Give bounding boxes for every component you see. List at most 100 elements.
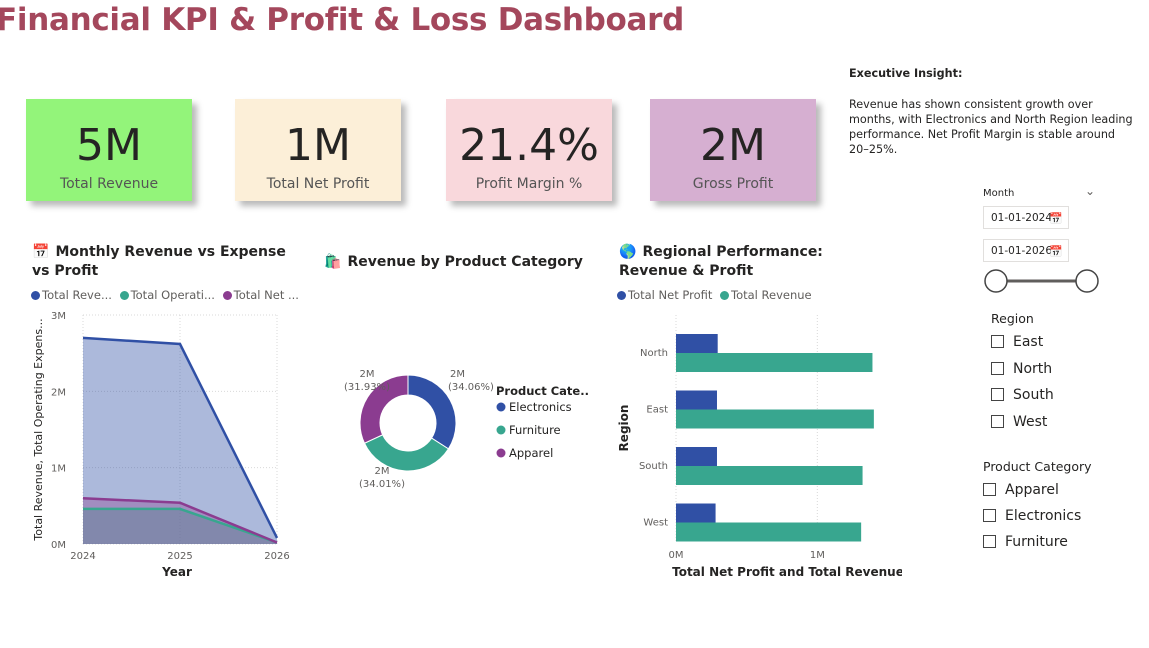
legend-dot — [119, 291, 129, 300]
region-option-north[interactable]: North — [991, 360, 1052, 378]
checkbox[interactable] — [983, 535, 996, 548]
kpi-value: 21.4% — [459, 120, 599, 171]
insight-heading: Executive Insight: — [849, 67, 963, 80]
calendar-icon: 📅 — [32, 244, 50, 260]
donut-data-label-value: 2M — [375, 466, 390, 477]
bar-north-series-0 — [676, 334, 718, 353]
y-tick-label: 0M — [51, 540, 66, 551]
start-date-input[interactable]: 01-01-2024 📅 — [983, 206, 1069, 229]
kpi-label: Gross Profit — [692, 176, 774, 192]
y-tick-label: East — [646, 405, 668, 416]
checkbox[interactable] — [983, 509, 996, 522]
category-option-electronics[interactable]: Electronics — [983, 507, 1081, 525]
executive-insight: Executive Insight: Revenue has shown con… — [849, 66, 1134, 157]
kpi-value: 1M — [285, 120, 351, 171]
donut-legend-item: Apparel — [509, 446, 553, 460]
legend-item-net-profit[interactable]: Total Net Profit — [617, 288, 712, 302]
donut-legend-item: Furniture — [509, 423, 561, 437]
area-chart-title-text: Monthly Revenue vs Expense vs Profit — [32, 244, 286, 279]
checkbox[interactable] — [991, 388, 1004, 401]
end-date-value: 01-01-2026 — [991, 245, 1053, 257]
y-tick-label: South — [639, 461, 668, 472]
x-tick-label: 2024 — [70, 551, 95, 562]
bar-chart-title: 🌎 Regional Performance: Revenue & Profit — [619, 243, 889, 281]
x-axis-title: Year — [161, 565, 192, 579]
donut-data-label-pct: (34.01%) — [359, 479, 405, 490]
kpi-card-profit-margin[interactable]: 21.4% Profit Margin % — [446, 99, 612, 201]
insight-body: Revenue has shown consistent growth over… — [849, 98, 1133, 156]
bar-west-series-0 — [676, 503, 716, 523]
start-date-value: 01-01-2024 — [991, 212, 1053, 224]
bar-east-series-0 — [676, 390, 717, 410]
end-date-input[interactable]: 01-01-2026 📅 — [983, 239, 1069, 262]
kpi-value: 5M — [76, 120, 142, 171]
legend-dot — [496, 402, 506, 412]
category-option-furniture[interactable]: Furniture — [983, 533, 1068, 551]
legend-dot — [617, 291, 626, 300]
bar-west-series-1 — [676, 522, 862, 542]
kpi-label: Total Net Profit — [266, 176, 370, 192]
y-tick-label: North — [640, 348, 668, 359]
legend-dot — [31, 291, 40, 300]
area-chart-title: 📅 Monthly Revenue vs Expense vs Profit — [32, 243, 292, 281]
y-tick-label: 2M — [51, 387, 66, 398]
y-tick-label: West — [643, 518, 668, 529]
donut-legend-title: Product Cate... — [496, 384, 590, 398]
x-tick-label: 2026 — [264, 551, 289, 562]
shopping-bag-icon: 🛍️ — [324, 254, 342, 270]
legend-item-total-revenue[interactable]: Total Revenue — [720, 288, 812, 302]
bar-chart-legend: Total Net Profit Total Revenue — [617, 288, 816, 302]
kpi-card-total-net-profit[interactable]: 1M Total Net Profit — [235, 99, 401, 201]
donut-data-label-value: 2M — [360, 369, 375, 380]
legend-dot — [496, 425, 506, 435]
bar-chart-title-text: Regional Performance: Revenue & Profit — [619, 244, 823, 279]
donut-data-label-value: 2M — [450, 369, 465, 380]
calendar-icon[interactable]: 📅 — [1049, 207, 1063, 230]
region-option-west[interactable]: West — [991, 413, 1047, 431]
donut-data-label-pct: (31.93%) — [344, 382, 390, 393]
legend-item-revenue[interactable]: Total Reve... — [31, 288, 112, 302]
kpi-value: 2M — [700, 120, 766, 171]
chevron-down-icon[interactable]: ⌄ — [1085, 184, 1095, 198]
y-axis-title: Total Revenue, Total Operating Expens... — [32, 318, 45, 541]
slider-handle-end[interactable] — [1075, 269, 1099, 293]
area-chart-legend: Total Reve... Total Operati... Total Net… — [31, 288, 303, 302]
donut-chart-title-text: Revenue by Product Category — [347, 254, 583, 270]
donut-legend-item: Electronics — [509, 400, 572, 414]
legend-item-operating[interactable]: Total Operati... — [119, 288, 215, 302]
y-axis-title: Region — [617, 405, 631, 452]
bar-east-series-1 — [676, 409, 874, 429]
area-chart[interactable]: 0M 1M 2M 3M 2024 2025 2026 Year Total Revenue, T… — [25, 305, 300, 585]
bar-chart[interactable]: 0M 1M North East South West Total Net Profit a… — [612, 305, 902, 585]
kpi-card-gross-profit[interactable]: 2M Gross Profit — [650, 99, 816, 201]
legend-dot — [222, 291, 232, 300]
slider-handle-start[interactable] — [984, 269, 1008, 293]
month-slicer-label: Month — [983, 188, 1015, 199]
checkbox[interactable] — [991, 362, 1004, 375]
checkbox[interactable] — [991, 415, 1004, 428]
donut-chart-title: 🛍️ Revenue by Product Category — [324, 253, 584, 272]
calendar-icon[interactable]: 📅 — [1049, 240, 1063, 263]
globe-icon: 🌎 — [619, 244, 637, 260]
checkbox[interactable] — [983, 483, 996, 496]
checkbox[interactable] — [991, 335, 1004, 348]
region-slicer-label: Region — [991, 311, 1034, 326]
x-tick-label: 0M — [669, 550, 684, 561]
category-option-apparel[interactable]: Apparel — [983, 481, 1059, 499]
x-axis-title: Total Net Profit and Total Revenue — [672, 565, 902, 579]
date-range-slider[interactable] — [983, 268, 1103, 296]
kpi-card-total-revenue[interactable]: 5M Total Revenue — [26, 99, 192, 201]
donut-chart[interactable]: 2M (34.06%) 2M (34.01%) 2M (31.93%) Product Ca… — [320, 355, 590, 500]
bar-south-series-0 — [676, 447, 717, 466]
legend-item-net[interactable]: Total Net ... — [222, 288, 299, 302]
page-title: Financial KPI & Profit & Loss Dashboard — [0, 2, 685, 38]
category-slicer-label: Product Category — [983, 459, 1092, 474]
y-tick-label: 1M — [51, 464, 66, 475]
kpi-label: Profit Margin % — [475, 176, 583, 192]
x-tick-label: 1M — [810, 550, 825, 561]
region-option-south[interactable]: South — [991, 386, 1054, 404]
donut-data-label-pct: (34.06%) — [448, 382, 494, 393]
bar-north-series-1 — [676, 353, 873, 372]
bar-south-series-1 — [676, 466, 863, 485]
region-option-east[interactable]: East — [991, 333, 1043, 351]
